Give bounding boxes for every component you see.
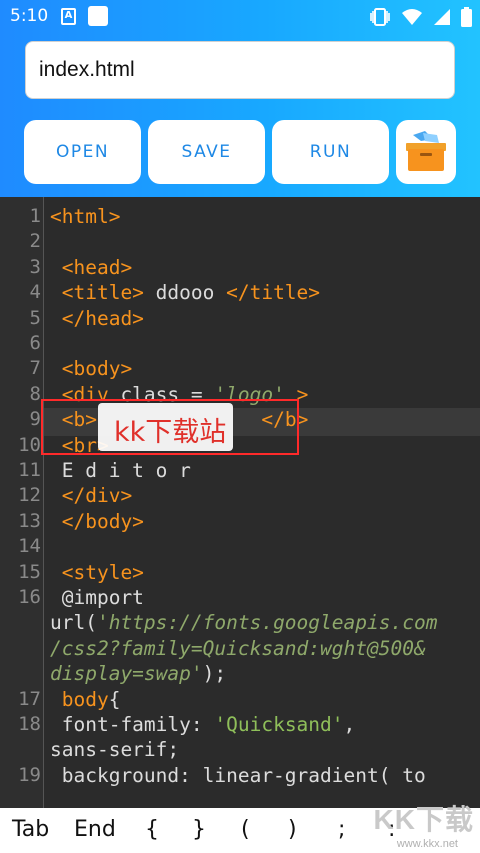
line-number: 7 <box>29 357 41 380</box>
key-right-paren[interactable]: ) <box>288 817 297 842</box>
corner-watermark-url: www.kkx.net <box>396 838 458 850</box>
code-line[interactable]: url('https://fonts.googleapis.com <box>50 611 437 634</box>
files-button[interactable] <box>396 120 456 184</box>
notification-a-icon: A <box>61 8 76 25</box>
line-number: 8 <box>29 382 41 405</box>
code-line[interactable]: E d i t o r <box>50 459 191 482</box>
code-token: display=swap' <box>50 662 203 686</box>
signal-icon <box>434 9 450 25</box>
key-tab[interactable]: Tab <box>12 817 49 842</box>
line-number: 2 <box>29 230 41 253</box>
save-button-label: SAVE <box>181 142 232 162</box>
line-number: 1 <box>29 205 41 227</box>
code-line[interactable]: sans-serif; <box>50 738 179 761</box>
run-button[interactable]: RUN <box>272 120 389 184</box>
line-number: 13 <box>18 509 41 532</box>
code-line[interactable]: /css2?family=Quicksand:wght@500& <box>50 637 426 660</box>
watermark-text: kk下载站 <box>114 417 227 448</box>
code-token: E d i t o r <box>50 459 191 482</box>
key-end[interactable]: End <box>74 817 116 842</box>
line-number: 5 <box>29 306 41 329</box>
open-button-label: OPEN <box>55 142 110 162</box>
line-number: 18 <box>18 713 41 735</box>
line-number: 19 <box>18 763 41 786</box>
code-line[interactable]: body{ <box>50 687 121 711</box>
code-line[interactable]: <body> <box>50 357 132 380</box>
app-square-icon <box>88 6 108 26</box>
code-line[interactable]: <style> <box>50 561 144 584</box>
code-token: ddooo <box>143 281 227 305</box>
run-button-label: RUN <box>309 142 352 162</box>
open-button[interactable]: OPEN <box>24 120 141 184</box>
code-line[interactable]: <head> <box>50 256 132 279</box>
code-token: </div> <box>50 484 133 508</box>
code-token: font-family: <box>50 713 215 736</box>
code-token: /css2?family=Quicksand:wght@500& <box>50 636 426 660</box>
line-number: 16 <box>18 586 41 608</box>
code-line[interactable]: </body> <box>50 510 144 533</box>
key-left-paren[interactable]: ( <box>241 817 250 842</box>
filename-text: index.html <box>39 58 135 81</box>
line-number: 14 <box>18 535 41 558</box>
vibrate-icon <box>370 8 390 26</box>
status-bar: 5:10 A <box>0 0 480 34</box>
code-token: </title> <box>226 281 321 305</box>
battery-icon <box>461 7 472 27</box>
code-token: 'Quicksand' <box>214 713 344 736</box>
line-number: 15 <box>18 560 41 583</box>
key-left-brace[interactable]: { <box>145 817 159 842</box>
wifi-icon <box>402 9 422 25</box>
code-token: { <box>108 687 121 711</box>
corner-watermark: KK下载 <box>373 804 474 835</box>
line-number: 12 <box>18 484 41 507</box>
key-right-brace[interactable]: } <box>192 817 206 842</box>
code-line[interactable]: @import <box>50 586 144 609</box>
code-line[interactable]: font-family: 'Quicksand', <box>50 713 356 736</box>
key-semicolon[interactable]: ; <box>338 817 345 842</box>
code-token: <title> <box>50 281 144 305</box>
code-token: url( <box>50 611 97 635</box>
code-token: </head> <box>50 306 144 330</box>
line-number: 4 <box>29 281 41 304</box>
code-token: @import <box>50 586 144 609</box>
code-token: 'https://fonts.googleapis.com <box>96 611 438 635</box>
line-number: 3 <box>29 255 41 278</box>
code-line[interactable]: background: linear-gradient( to <box>50 764 426 787</box>
code-line[interactable]: display=swap'); <box>50 662 226 685</box>
code-token: <head> <box>50 255 133 279</box>
code-token: <style> <box>50 560 144 584</box>
status-time: 5:10 <box>10 6 49 26</box>
code-line[interactable]: </head> <box>50 307 144 330</box>
save-button[interactable]: SAVE <box>148 120 265 184</box>
code-token: body <box>50 687 109 711</box>
line-number: 11 <box>18 459 41 481</box>
code-token: , <box>343 713 356 736</box>
code-line[interactable]: </div> <box>50 484 132 507</box>
code-token: background: linear-gradient( to <box>50 763 426 787</box>
filename-field[interactable]: index.html <box>25 41 455 99</box>
code-token: </body> <box>50 509 144 533</box>
code-line[interactable]: <title> ddooo </title> <box>50 281 320 304</box>
code-token: <body> <box>50 357 133 381</box>
line-number: 10 <box>18 433 41 456</box>
line-number: 6 <box>29 332 41 354</box>
code-line[interactable]: <html> <box>50 205 120 228</box>
code-token: ); <box>202 662 227 686</box>
code-token: <html> <box>50 205 121 228</box>
code-editor[interactable]: 1 <html> 2 3 <head> 4 <title> ddooo </title>… <box>0 197 480 808</box>
code-token: sans-serif; <box>50 738 180 762</box>
line-number: 9 <box>29 408 41 431</box>
folder-box-icon <box>406 131 446 171</box>
line-number: 17 <box>18 687 41 710</box>
